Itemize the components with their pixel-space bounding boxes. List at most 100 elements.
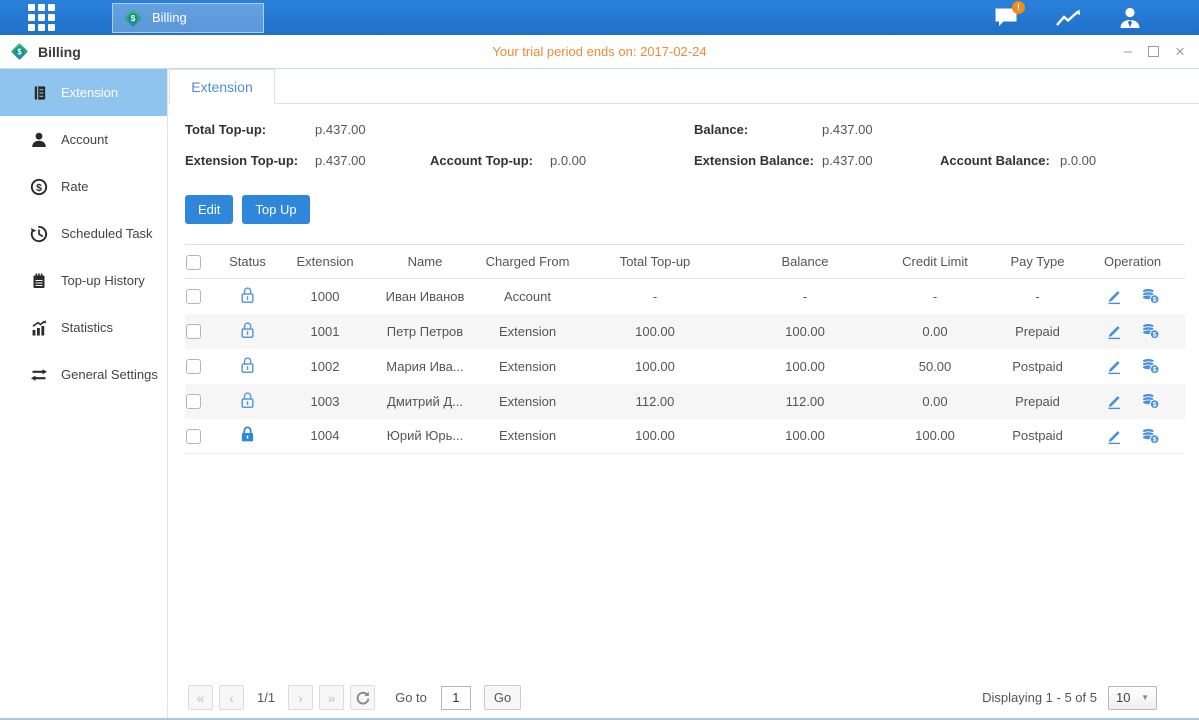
tab-strip: Extension bbox=[168, 69, 1199, 104]
column-header: Pay Type bbox=[995, 245, 1080, 279]
sidebar-item-label: Statistics bbox=[61, 320, 113, 335]
balance-label: Balance: bbox=[694, 122, 822, 137]
sidebar-item-label: Rate bbox=[61, 179, 88, 194]
sidebar-item-general-settings[interactable]: General Settings bbox=[0, 351, 167, 398]
svg-text:$: $ bbox=[1153, 332, 1157, 339]
edit-icon[interactable] bbox=[1105, 427, 1123, 445]
table-row: 1004Юрий Юрь...Extension100.00100.00100.… bbox=[185, 419, 1185, 454]
goto-label: Go to bbox=[395, 690, 427, 705]
sidebar-item-statistics[interactable]: Statistics bbox=[0, 304, 167, 351]
sidebar-item-label: Top-up History bbox=[61, 273, 145, 288]
prev-page-button[interactable]: ‹ bbox=[219, 685, 244, 710]
sidebar: ExtensionAccount $ Rate Scheduled Task Top-u… bbox=[0, 69, 168, 718]
topup-coins-icon[interactable]: $ bbox=[1141, 287, 1160, 305]
account-topup-label: Account Top-up: bbox=[430, 153, 550, 168]
cell-total-topup: 100.00 bbox=[575, 419, 735, 454]
edit-icon[interactable] bbox=[1105, 392, 1123, 410]
taskbar-tab-billing[interactable]: $ Billing bbox=[112, 3, 264, 33]
cell-total-topup: 100.00 bbox=[575, 349, 735, 384]
sidebar-item-extension[interactable]: Extension bbox=[0, 69, 167, 116]
cell-total-topup: 112.00 bbox=[575, 384, 735, 419]
page-size-select[interactable]: 10 ▼ bbox=[1108, 686, 1157, 710]
edit-icon[interactable] bbox=[1105, 287, 1123, 305]
tab-extension[interactable]: Extension bbox=[169, 69, 275, 104]
go-button[interactable]: Go bbox=[484, 685, 521, 710]
goto-page-input[interactable] bbox=[441, 686, 471, 710]
minimize-icon[interactable]: – bbox=[1124, 44, 1132, 59]
close-icon[interactable]: × bbox=[1175, 44, 1185, 59]
unlocked-icon bbox=[239, 321, 256, 339]
summary-panel: Total Top-up: p.437.00 Balance: p.437.00… bbox=[168, 104, 1199, 176]
summary-row-2: Extension Top-up: p.437.00 Account Top-u… bbox=[185, 145, 1199, 176]
svg-text:$: $ bbox=[1153, 436, 1157, 443]
extension-table: StatusExtensionNameCharged FromTotal Top… bbox=[185, 244, 1185, 454]
cell-extension: 1004 bbox=[280, 419, 370, 454]
window-controls: – × bbox=[1124, 44, 1185, 59]
topup-coins-icon[interactable]: $ bbox=[1141, 392, 1160, 410]
svg-text:$: $ bbox=[131, 13, 136, 23]
page-indicator: 1/1 bbox=[257, 690, 275, 705]
sidebar-item-account[interactable]: Account bbox=[0, 116, 167, 163]
cell-pay-type: Postpaid bbox=[995, 349, 1080, 384]
user-account-icon[interactable] bbox=[1117, 5, 1143, 31]
edit-icon[interactable] bbox=[1105, 357, 1123, 375]
topup-coins-icon[interactable]: $ bbox=[1141, 427, 1160, 445]
extension-topup-label: Extension Top-up: bbox=[185, 153, 315, 168]
summary-row-1: Total Top-up: p.437.00 Balance: p.437.00 bbox=[185, 114, 1199, 145]
reports-chart-icon[interactable] bbox=[1055, 5, 1081, 31]
window-title: Billing bbox=[38, 44, 81, 60]
column-header: Charged From bbox=[480, 245, 575, 279]
app-launcher-grid-icon[interactable] bbox=[28, 4, 55, 31]
edit-button[interactable]: Edit bbox=[185, 195, 233, 224]
table-row: 1001Петр ПетровExtension100.00100.000.00… bbox=[185, 314, 1185, 349]
billing-diamond-icon: $ bbox=[123, 8, 143, 28]
dollar-circle-icon: $ bbox=[30, 178, 48, 196]
cell-credit-limit: 100.00 bbox=[875, 419, 995, 454]
svg-text:$: $ bbox=[36, 181, 42, 193]
sidebar-item-rate[interactable]: $ Rate bbox=[0, 163, 167, 210]
next-page-button[interactable]: › bbox=[288, 685, 313, 710]
column-header: Extension bbox=[280, 245, 370, 279]
sidebar-item-scheduled-task[interactable]: Scheduled Task bbox=[0, 210, 167, 257]
table-header: StatusExtensionNameCharged FromTotal Top… bbox=[185, 245, 1185, 279]
action-buttons: Edit Top Up bbox=[168, 176, 1199, 224]
account-balance-value: p.0.00 bbox=[1060, 153, 1096, 168]
sidebar-item-top-up-history[interactable]: Top-up History bbox=[0, 257, 167, 304]
refresh-button[interactable] bbox=[350, 685, 375, 710]
row-checkbox[interactable] bbox=[186, 429, 201, 444]
chevron-down-icon: ▼ bbox=[1141, 693, 1149, 702]
last-page-button[interactable]: » bbox=[319, 685, 344, 710]
messages-icon[interactable]: ! bbox=[993, 5, 1019, 31]
row-checkbox[interactable] bbox=[186, 394, 201, 409]
column-header: Balance bbox=[735, 245, 875, 279]
system-topbar: $ Billing ! bbox=[0, 0, 1199, 35]
cell-charged-from: Account bbox=[480, 279, 575, 314]
first-page-button[interactable]: « bbox=[188, 685, 213, 710]
cell-balance: - bbox=[735, 279, 875, 314]
row-checkbox[interactable] bbox=[186, 324, 201, 339]
topup-coins-icon[interactable]: $ bbox=[1141, 322, 1160, 340]
cell-credit-limit: - bbox=[875, 279, 995, 314]
pagination: « ‹ 1/1 › » Go to Go bbox=[188, 685, 521, 710]
sidebar-item-label: General Settings bbox=[61, 367, 158, 382]
row-checkbox[interactable] bbox=[186, 359, 201, 374]
cell-extension: 1000 bbox=[280, 279, 370, 314]
top-up-button[interactable]: Top Up bbox=[242, 195, 309, 224]
topup-coins-icon[interactable]: $ bbox=[1141, 357, 1160, 375]
select-all-checkbox[interactable] bbox=[186, 255, 201, 270]
window-content: ExtensionAccount$RateScheduled TaskTop-u… bbox=[0, 69, 1199, 718]
column-header: Status bbox=[215, 245, 280, 279]
journal-icon bbox=[30, 84, 48, 102]
balance-value: p.437.00 bbox=[822, 122, 940, 137]
edit-icon[interactable] bbox=[1105, 322, 1123, 340]
cell-balance: 100.00 bbox=[735, 349, 875, 384]
trial-message: Your trial period ends on: 2017-02-24 bbox=[0, 44, 1199, 59]
cell-balance: 100.00 bbox=[735, 419, 875, 454]
cell-name: Петр Петров bbox=[370, 314, 480, 349]
cell-extension: 1003 bbox=[280, 384, 370, 419]
stats-chart-icon bbox=[30, 319, 48, 337]
svg-text:$: $ bbox=[1153, 402, 1157, 409]
account-balance-label: Account Balance: bbox=[940, 153, 1060, 168]
row-checkbox[interactable] bbox=[186, 289, 201, 304]
maximize-icon[interactable] bbox=[1148, 46, 1159, 57]
